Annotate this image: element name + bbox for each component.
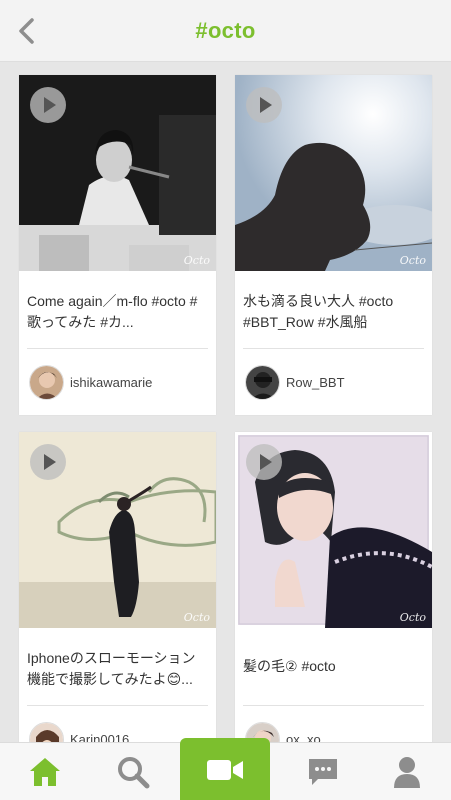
avatar — [29, 722, 64, 742]
username: Karin0016 — [70, 732, 130, 742]
post-card[interactable]: Octo 髪の毛② #octo ox_xo — [235, 432, 432, 742]
username: ishikawamarie — [70, 375, 153, 390]
post-card[interactable]: Octo Iphoneのスローモーション機能で撮影してみたよ😊... Karin… — [19, 432, 216, 742]
tab-search[interactable] — [108, 743, 158, 800]
header: #octo — [0, 0, 451, 62]
home-icon — [30, 758, 60, 786]
octo-watermark: Octo — [399, 254, 426, 267]
post-thumbnail[interactable]: Octo — [235, 75, 432, 271]
username: Row_BBT — [286, 375, 345, 390]
search-icon — [118, 757, 150, 789]
play-button[interactable] — [30, 87, 66, 123]
post-thumbnail[interactable]: Octo — [19, 432, 216, 628]
post-card[interactable]: Octo 水も滴る良い大人 #octo #BBT_Row #水風船 Row_BB… — [235, 75, 432, 415]
post-user[interactable]: Karin0016 — [19, 706, 216, 742]
username: ox_xo — [286, 732, 321, 742]
post-caption: Iphoneのスローモーション機能で撮影してみたよ😊... — [27, 650, 196, 687]
post-user[interactable]: ishikawamarie — [19, 349, 216, 416]
chevron-left-icon — [19, 18, 34, 44]
tab-home[interactable] — [20, 743, 70, 800]
octo-watermark: Octo — [399, 611, 426, 624]
video-camera-icon — [207, 759, 243, 780]
post-caption: 水も滴る良い大人 #octo #BBT_Row #水風船 — [243, 293, 394, 330]
post-user[interactable]: Row_BBT — [235, 349, 432, 416]
chat-icon — [309, 759, 337, 785]
record-video-button[interactable] — [180, 738, 270, 800]
post-user[interactable]: ox_xo — [235, 706, 432, 742]
avatar — [245, 365, 280, 400]
page-title: #octo — [195, 17, 256, 43]
post-card[interactable]: Octo Come again／m-flo #octo #歌ってみた #カ...… — [19, 75, 216, 415]
octo-watermark: Octo — [183, 254, 210, 267]
bottom-tab-bar — [0, 738, 451, 800]
post-thumbnail[interactable]: Octo — [235, 432, 432, 628]
profile-icon — [394, 757, 420, 788]
post-caption: Come again／m-flo #octo #歌ってみた #カ... — [27, 293, 198, 330]
play-button[interactable] — [30, 444, 66, 480]
tab-messages[interactable] — [298, 743, 348, 800]
avatar — [29, 365, 64, 400]
play-button[interactable] — [246, 87, 282, 123]
post-caption: 髪の毛② #octo — [243, 658, 336, 674]
back-button[interactable] — [12, 16, 42, 46]
play-button[interactable] — [246, 444, 282, 480]
tab-profile[interactable] — [382, 743, 432, 800]
octo-watermark: Octo — [183, 611, 210, 624]
post-grid: Octo Come again／m-flo #octo #歌ってみた #カ...… — [0, 62, 451, 742]
post-thumbnail[interactable]: Octo — [19, 75, 216, 271]
